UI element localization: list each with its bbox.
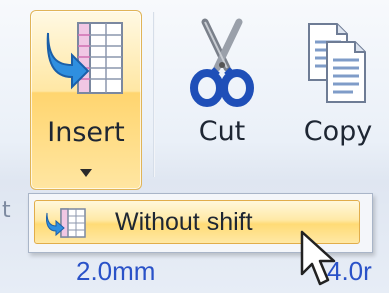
chevron-down-icon[interactable] — [79, 163, 93, 182]
ribbon-toolbar: Insert Cut Copy t — [0, 0, 389, 223]
mouse-pointer-icon — [298, 230, 338, 292]
copy-icon — [303, 18, 373, 112]
cut-button[interactable]: Cut — [178, 10, 266, 190]
partial-text: t — [2, 198, 11, 223]
ribbon-separator — [153, 12, 155, 177]
insert-cells-icon — [44, 19, 128, 113]
insert-without-shift-icon — [45, 207, 89, 243]
menu-item-label: Without shift — [115, 208, 253, 236]
insert-button[interactable]: Insert — [30, 10, 142, 190]
copy-button[interactable]: Copy — [288, 10, 388, 190]
insert-label: Insert — [47, 117, 125, 148]
status-value-left: 2.0mm — [76, 256, 156, 286]
cut-label: Cut — [198, 116, 246, 147]
scissors-icon — [187, 18, 257, 114]
copy-label: Copy — [303, 116, 373, 147]
